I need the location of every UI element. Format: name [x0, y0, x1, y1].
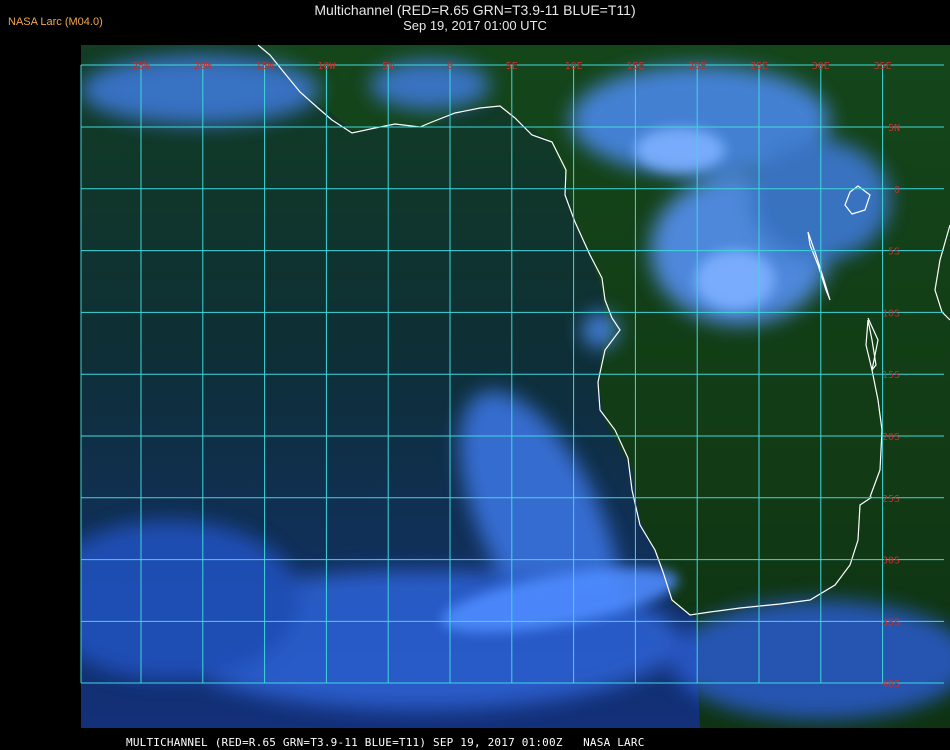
imagery	[81, 45, 950, 728]
latitude-label: 25S	[882, 494, 900, 505]
footer-caption: MULTICHANNEL (RED=R.65 GRN=T3.9-11 BLUE=…	[126, 736, 645, 749]
longitude-label: 15W	[256, 61, 275, 72]
longitude-label: 10W	[317, 61, 336, 72]
longitude-label: 5W	[382, 61, 395, 72]
longitude-label: 25E	[750, 61, 768, 72]
latitude-label: 5N	[888, 123, 900, 134]
latitude-label: 5S	[888, 247, 900, 258]
longitude-label: 20W	[194, 61, 213, 72]
latitude-label: 30S	[882, 556, 900, 567]
latitude-label: 40S	[882, 679, 900, 690]
latitude-label: 0	[894, 185, 900, 196]
latitude-label: 35S	[882, 617, 900, 628]
longitude-label: 20E	[688, 61, 706, 72]
longitude-label: 10E	[565, 61, 583, 72]
longitude-label: 25W	[132, 61, 151, 72]
satellite-map: 25W 20W 15W 10W 5W 0 5E 10E 15E 20E 25E 30E 35E 5N 0 5S…	[80, 44, 950, 728]
latitude-label: 10S	[882, 308, 900, 319]
longitude-label: 35E	[874, 61, 892, 72]
longitude-label: 30E	[812, 61, 830, 72]
latitude-label: 15S	[882, 370, 900, 381]
latitude-label: 20S	[882, 432, 900, 443]
longitude-label: 0	[447, 61, 453, 72]
longitude-label: 15E	[626, 61, 644, 72]
longitude-label: 5E	[506, 61, 518, 72]
